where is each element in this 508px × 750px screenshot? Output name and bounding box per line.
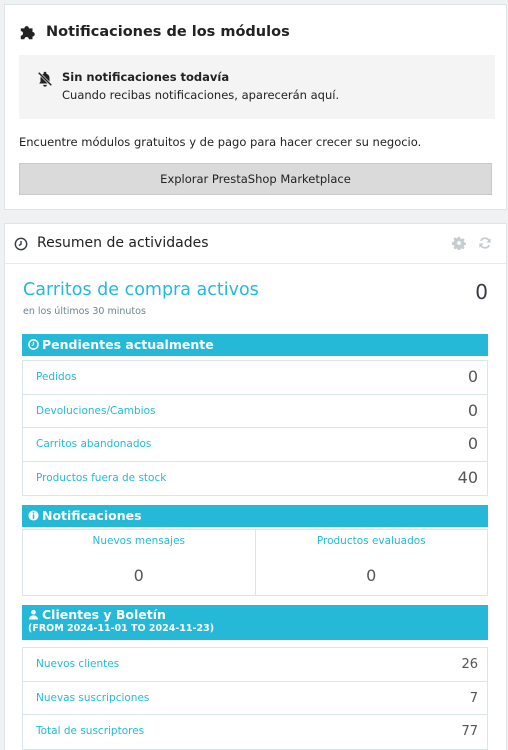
activity-header: Resumen de actividades [5, 224, 506, 264]
new-customers-value: 26 [461, 657, 478, 672]
table-row: Devoluciones/Cambios 0 [23, 395, 487, 428]
abandoned-carts-link[interactable]: Carritos abandonados [36, 438, 151, 450]
module-notifications-header: Notificaciones de los módulos [19, 23, 290, 41]
product-reviews-link[interactable]: Productos evaluados [256, 535, 488, 547]
info-icon [28, 510, 39, 521]
new-subscriptions-link[interactable]: Nuevas suscripciones [36, 692, 149, 704]
pending-list: Pedidos 0 Devoluciones/Cambios 0 Carrito… [22, 360, 488, 496]
abandoned-carts-value: 0 [467, 434, 478, 453]
customers-date-range: (FROM 2024-11-01 TO 2024-11-23) [28, 623, 215, 634]
active-carts-value: 0 [475, 280, 488, 304]
returns-link[interactable]: Devoluciones/Cambios [36, 405, 155, 417]
table-row: Nuevas suscripciones 7 [23, 682, 487, 715]
puzzle-icon [20, 26, 35, 40]
customers-section-title: Clientes y Boletín [42, 607, 166, 622]
marketplace-description: Encuentre módulos gratuitos y de pago pa… [19, 135, 422, 149]
refresh-icon[interactable] [478, 236, 492, 250]
activity-title: Resumen de actividades [37, 235, 209, 251]
module-notifications-title: Notificaciones de los módulos [46, 24, 290, 40]
active-carts-subtitle: en los últimos 30 minutos [23, 306, 146, 317]
new-subscriptions-value: 7 [469, 690, 478, 706]
notifications-section-header: Notificaciones [22, 505, 488, 527]
table-row: Total de suscriptores 77 [23, 715, 487, 749]
explore-marketplace-button[interactable]: Explorar PrestaShop Marketplace [19, 163, 492, 195]
table-row: Pedidos 0 [23, 361, 487, 395]
module-notifications-card: Notificaciones de los módulos Sin notifi… [4, 4, 507, 210]
user-icon [28, 609, 39, 620]
orders-value: 0 [467, 367, 478, 386]
notifications-grid: Nuevos mensajes 0 Productos evaluados 0 [22, 529, 488, 596]
clock-icon [14, 237, 28, 251]
product-reviews-value: 0 [366, 566, 377, 585]
new-messages-cell: Nuevos mensajes 0 [23, 530, 255, 595]
returns-value: 0 [467, 400, 478, 420]
new-messages-value: 0 [133, 566, 144, 585]
customers-section-header: Clientes y Boletín (FROM 2024-11-01 TO 2… [22, 605, 488, 640]
new-customers-link[interactable]: Nuevos clientes [36, 658, 119, 670]
table-row: Carritos abandonados 0 [23, 428, 487, 462]
empty-notifications-subtitle: Cuando recibas notificaciones, aparecerá… [62, 88, 340, 102]
pending-section-title: Pendientes actualmente [42, 337, 214, 352]
bell-slash-icon [37, 71, 53, 87]
table-row: Nuevos clientes 26 [23, 648, 487, 682]
total-subscribers-value: 77 [461, 724, 478, 739]
clock-icon [28, 339, 39, 350]
activity-overview-card: Resumen de actividades Carritos de compr… [4, 223, 507, 750]
new-messages-link[interactable]: Nuevos mensajes [23, 535, 255, 547]
product-reviews-cell: Productos evaluados 0 [254, 530, 488, 595]
out-of-stock-value: 40 [457, 467, 478, 487]
table-row: Productos fuera de stock 40 [23, 462, 487, 496]
notifications-section-title: Notificaciones [42, 508, 142, 523]
active-carts-title[interactable]: Carritos de compra activos [23, 280, 259, 300]
gear-icon[interactable] [452, 236, 466, 250]
empty-notifications-title: Sin notificaciones todavía [62, 70, 230, 84]
empty-notifications-box: Sin notificaciones todavía Cuando reciba… [19, 55, 495, 119]
orders-link[interactable]: Pedidos [36, 371, 77, 383]
pending-section-header: Pendientes actualmente [22, 334, 488, 356]
out-of-stock-link[interactable]: Productos fuera de stock [36, 472, 166, 484]
total-subscribers-link[interactable]: Total de suscriptores [36, 725, 144, 737]
customers-list: Nuevos clientes 26 Nuevas suscripciones … [22, 647, 488, 750]
